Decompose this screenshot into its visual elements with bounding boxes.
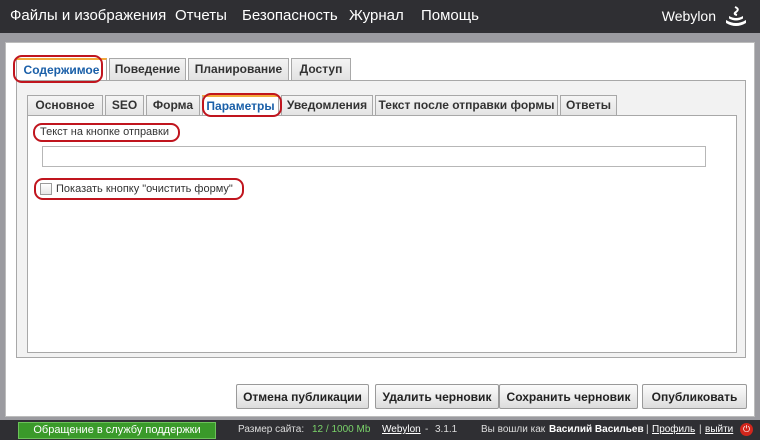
nav-reports[interactable]: Отчеты bbox=[175, 7, 227, 24]
tab-behavior[interactable]: Поведение bbox=[109, 58, 186, 80]
site-size-value: 12 / 1000 Mb bbox=[312, 424, 371, 435]
tab-seo[interactable]: SEO bbox=[105, 95, 144, 115]
site-size-label: Размер сайта: bbox=[238, 424, 305, 435]
nav-files-images[interactable]: Файлы и изображения bbox=[10, 7, 166, 24]
brand-name: Webylon bbox=[661, 8, 716, 24]
product-version: 3.1.1 bbox=[435, 424, 458, 435]
webylon-logo-icon bbox=[726, 6, 746, 26]
tab-notifications[interactable]: Уведомления bbox=[281, 95, 373, 115]
unpublish-button[interactable]: Отмена публикации bbox=[236, 384, 369, 409]
content-tab-body: Основное SEO Форма Параметры Уведомления… bbox=[16, 80, 746, 358]
clear-form-checkbox-label[interactable]: Показать кнопку "очистить форму" bbox=[56, 183, 233, 195]
status-footer: Обращение в службу поддержки Размер сайт… bbox=[0, 420, 760, 440]
submit-text-input[interactable] bbox=[42, 146, 706, 167]
support-request-button[interactable]: Обращение в службу поддержки bbox=[18, 422, 216, 439]
nav-journal[interactable]: Журнал bbox=[349, 7, 404, 24]
profile-link[interactable]: Профиль bbox=[652, 424, 695, 435]
parameters-tab-body: Текст на кнопке отправки Показать кнопку… bbox=[27, 115, 737, 353]
submit-text-label: Текст на кнопке отправки bbox=[40, 126, 169, 138]
publish-button[interactable]: Опубликовать bbox=[642, 384, 747, 409]
tab-content[interactable]: Содержимое bbox=[16, 58, 107, 81]
current-user-name: Василий Васильев bbox=[549, 424, 644, 435]
tab-form[interactable]: Форма bbox=[146, 95, 200, 115]
tab-parameters[interactable]: Параметры bbox=[202, 95, 279, 116]
content-editor-panel: Содержимое Поведение Планирование Доступ… bbox=[5, 42, 755, 417]
tab-access[interactable]: Доступ bbox=[291, 58, 351, 80]
logged-in-label: Вы вошли как bbox=[481, 424, 546, 435]
nav-help[interactable]: Помощь bbox=[421, 7, 479, 24]
power-icon[interactable]: ⏻ bbox=[740, 423, 753, 436]
logout-link[interactable]: выйти bbox=[705, 424, 733, 435]
tab-after-submit-text[interactable]: Текст после отправки формы bbox=[375, 95, 558, 115]
footer-separator: | bbox=[699, 424, 702, 435]
tab-scheduling[interactable]: Планирование bbox=[188, 58, 289, 80]
product-link[interactable]: Webylon bbox=[382, 424, 421, 435]
save-draft-button[interactable]: Сохранить черновик bbox=[499, 384, 638, 409]
delete-draft-button[interactable]: Удалить черновик bbox=[375, 384, 499, 409]
tab-answers[interactable]: Ответы bbox=[560, 95, 617, 115]
footer-separator: | bbox=[646, 424, 649, 435]
clear-form-checkbox[interactable] bbox=[40, 183, 52, 195]
nav-security[interactable]: Безопасность bbox=[242, 7, 338, 24]
top-navigation-bar: Файлы и изображения Отчеты Безопасность … bbox=[0, 0, 760, 33]
tab-basic[interactable]: Основное bbox=[27, 95, 103, 115]
version-separator: - bbox=[425, 424, 429, 435]
